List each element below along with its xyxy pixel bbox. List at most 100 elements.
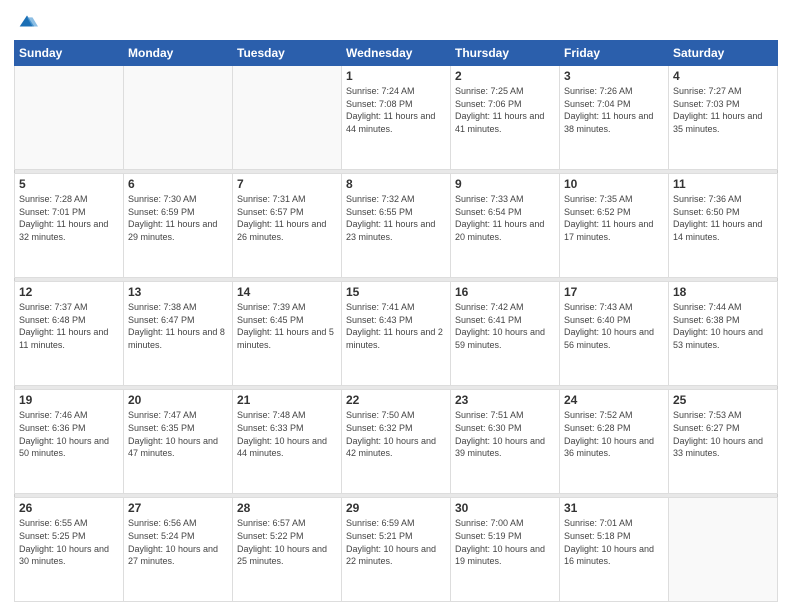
day-cell: 22 Sunrise: 7:50 AM Sunset: 6:32 PM Dayli… xyxy=(342,390,451,494)
week-row-5: 26 Sunrise: 6:55 AM Sunset: 5:25 PM Dayli… xyxy=(15,498,778,602)
week-row-4: 19 Sunrise: 7:46 AM Sunset: 6:36 PM Dayli… xyxy=(15,390,778,494)
day-number: 22 xyxy=(346,393,446,407)
day-number: 20 xyxy=(128,393,228,407)
day-info: Sunrise: 7:37 AM Sunset: 6:48 PM Dayligh… xyxy=(19,301,119,351)
day-number: 17 xyxy=(564,285,664,299)
day-info: Sunrise: 7:00 AM Sunset: 5:19 PM Dayligh… xyxy=(455,517,555,567)
day-cell: 24Sunrise: 7:52 AM Sunset: 6:28 PM Dayli… xyxy=(560,390,669,494)
day-info: Sunrise: 7:32 AM Sunset: 6:55 PM Dayligh… xyxy=(346,193,446,243)
header xyxy=(14,10,778,32)
day-header-wednesday: Wednesday xyxy=(342,41,451,66)
day-number: 18 xyxy=(673,285,773,299)
day-cell: 27Sunrise: 6:56 AM Sunset: 5:24 PM Dayli… xyxy=(124,498,233,602)
day-number: 3 xyxy=(564,69,664,83)
day-cell xyxy=(669,498,778,602)
day-info: Sunrise: 7:28 AM Sunset: 7:01 PM Dayligh… xyxy=(19,193,119,243)
day-number: 21 xyxy=(237,393,337,407)
day-cell: 28Sunrise: 6:57 AM Sunset: 5:22 PM Dayli… xyxy=(233,498,342,602)
day-cell xyxy=(124,66,233,170)
day-number: 13 xyxy=(128,285,228,299)
day-number: 27 xyxy=(128,501,228,515)
day-number: 23 xyxy=(455,393,555,407)
day-number: 26 xyxy=(19,501,119,515)
week-row-1: 1 Sunrise: 7:24 AM Sunset: 7:08 PM Daylig… xyxy=(15,66,778,170)
day-info: Sunrise: 7:52 AM Sunset: 6:28 PM Dayligh… xyxy=(564,409,664,459)
week-row-3: 12 Sunrise: 7:37 AM Sunset: 6:48 PM Dayli… xyxy=(15,282,778,386)
day-cell: 30 Sunrise: 7:00 AM Sunset: 5:19 PM Dayli… xyxy=(451,498,560,602)
day-info: Sunrise: 7:24 AM Sunset: 7:08 PM Dayligh… xyxy=(346,85,446,135)
day-number: 1 xyxy=(346,69,446,83)
day-cell: 7Sunrise: 7:31 AM Sunset: 6:57 PM Daylig… xyxy=(233,174,342,278)
day-number: 11 xyxy=(673,177,773,191)
day-cell: 19 Sunrise: 7:46 AM Sunset: 6:36 PM Dayli… xyxy=(15,390,124,494)
day-cell: 15 Sunrise: 7:41 AM Sunset: 6:43 PM Dayli… xyxy=(342,282,451,386)
day-info: Sunrise: 7:36 AM Sunset: 6:50 PM Dayligh… xyxy=(673,193,773,243)
day-info: Sunrise: 6:55 AM Sunset: 5:25 PM Dayligh… xyxy=(19,517,119,567)
day-header-thursday: Thursday xyxy=(451,41,560,66)
day-cell: 5 Sunrise: 7:28 AM Sunset: 7:01 PM Daylig… xyxy=(15,174,124,278)
day-cell: 29Sunrise: 6:59 AM Sunset: 5:21 PM Dayli… xyxy=(342,498,451,602)
day-info: Sunrise: 7:25 AM Sunset: 7:06 PM Dayligh… xyxy=(455,85,555,135)
day-info: Sunrise: 6:59 AM Sunset: 5:21 PM Dayligh… xyxy=(346,517,446,567)
day-number: 8 xyxy=(346,177,446,191)
day-info: Sunrise: 6:57 AM Sunset: 5:22 PM Dayligh… xyxy=(237,517,337,567)
day-info: Sunrise: 7:30 AM Sunset: 6:59 PM Dayligh… xyxy=(128,193,228,243)
day-cell: 31 Sunrise: 7:01 AM Sunset: 5:18 PM Dayli… xyxy=(560,498,669,602)
day-info: Sunrise: 7:33 AM Sunset: 6:54 PM Dayligh… xyxy=(455,193,555,243)
day-info: Sunrise: 7:48 AM Sunset: 6:33 PM Dayligh… xyxy=(237,409,337,459)
day-cell: 4 Sunrise: 7:27 AM Sunset: 7:03 PM Daylig… xyxy=(669,66,778,170)
day-info: Sunrise: 7:27 AM Sunset: 7:03 PM Dayligh… xyxy=(673,85,773,135)
day-cell: 3 Sunrise: 7:26 AM Sunset: 7:04 PM Daylig… xyxy=(560,66,669,170)
day-cell: 20 Sunrise: 7:47 AM Sunset: 6:35 PM Dayli… xyxy=(124,390,233,494)
day-number: 4 xyxy=(673,69,773,83)
day-info: Sunrise: 7:46 AM Sunset: 6:36 PM Dayligh… xyxy=(19,409,119,459)
day-number: 12 xyxy=(19,285,119,299)
page: SundayMondayTuesdayWednesdayThursdayFrid… xyxy=(0,0,792,612)
day-number: 5 xyxy=(19,177,119,191)
day-info: Sunrise: 7:26 AM Sunset: 7:04 PM Dayligh… xyxy=(564,85,664,135)
day-cell: 11 Sunrise: 7:36 AM Sunset: 6:50 PM Dayli… xyxy=(669,174,778,278)
day-cell: 21 Sunrise: 7:48 AM Sunset: 6:33 PM Dayli… xyxy=(233,390,342,494)
day-cell: 26 Sunrise: 6:55 AM Sunset: 5:25 PM Dayli… xyxy=(15,498,124,602)
day-number: 15 xyxy=(346,285,446,299)
day-number: 6 xyxy=(128,177,228,191)
day-header-tuesday: Tuesday xyxy=(233,41,342,66)
day-number: 31 xyxy=(564,501,664,515)
day-cell: 8 Sunrise: 7:32 AM Sunset: 6:55 PM Daylig… xyxy=(342,174,451,278)
day-number: 9 xyxy=(455,177,555,191)
day-number: 10 xyxy=(564,177,664,191)
day-number: 25 xyxy=(673,393,773,407)
day-info: Sunrise: 7:41 AM Sunset: 6:43 PM Dayligh… xyxy=(346,301,446,351)
day-info: Sunrise: 7:35 AM Sunset: 6:52 PM Dayligh… xyxy=(564,193,664,243)
day-cell xyxy=(15,66,124,170)
day-cell: 14 Sunrise: 7:39 AM Sunset: 6:45 PM Dayli… xyxy=(233,282,342,386)
day-number: 7 xyxy=(237,177,337,191)
logo xyxy=(14,10,38,32)
day-cell: 13Sunrise: 7:38 AM Sunset: 6:47 PM Dayli… xyxy=(124,282,233,386)
day-cell: 25 Sunrise: 7:53 AM Sunset: 6:27 PM Dayli… xyxy=(669,390,778,494)
day-info: Sunrise: 7:44 AM Sunset: 6:38 PM Dayligh… xyxy=(673,301,773,351)
day-number: 14 xyxy=(237,285,337,299)
day-info: Sunrise: 7:53 AM Sunset: 6:27 PM Dayligh… xyxy=(673,409,773,459)
day-info: Sunrise: 7:39 AM Sunset: 6:45 PM Dayligh… xyxy=(237,301,337,351)
day-number: 30 xyxy=(455,501,555,515)
day-cell: 9 Sunrise: 7:33 AM Sunset: 6:54 PM Daylig… xyxy=(451,174,560,278)
logo-icon xyxy=(16,10,38,32)
day-header-friday: Friday xyxy=(560,41,669,66)
day-info: Sunrise: 7:50 AM Sunset: 6:32 PM Dayligh… xyxy=(346,409,446,459)
day-header-sunday: Sunday xyxy=(15,41,124,66)
day-cell: 2 Sunrise: 7:25 AM Sunset: 7:06 PM Daylig… xyxy=(451,66,560,170)
day-info: Sunrise: 7:01 AM Sunset: 5:18 PM Dayligh… xyxy=(564,517,664,567)
calendar-table: SundayMondayTuesdayWednesdayThursdayFrid… xyxy=(14,40,778,602)
day-number: 2 xyxy=(455,69,555,83)
day-cell: 23Sunrise: 7:51 AM Sunset: 6:30 PM Dayli… xyxy=(451,390,560,494)
week-row-2: 5 Sunrise: 7:28 AM Sunset: 7:01 PM Daylig… xyxy=(15,174,778,278)
day-number: 19 xyxy=(19,393,119,407)
day-cell: 16Sunrise: 7:42 AM Sunset: 6:41 PM Dayli… xyxy=(451,282,560,386)
day-info: Sunrise: 7:47 AM Sunset: 6:35 PM Dayligh… xyxy=(128,409,228,459)
day-cell: 17 Sunrise: 7:43 AM Sunset: 6:40 PM Dayli… xyxy=(560,282,669,386)
day-info: Sunrise: 7:42 AM Sunset: 6:41 PM Dayligh… xyxy=(455,301,555,351)
day-header-saturday: Saturday xyxy=(669,41,778,66)
day-info: Sunrise: 7:43 AM Sunset: 6:40 PM Dayligh… xyxy=(564,301,664,351)
day-cell: 18 Sunrise: 7:44 AM Sunset: 6:38 PM Dayli… xyxy=(669,282,778,386)
